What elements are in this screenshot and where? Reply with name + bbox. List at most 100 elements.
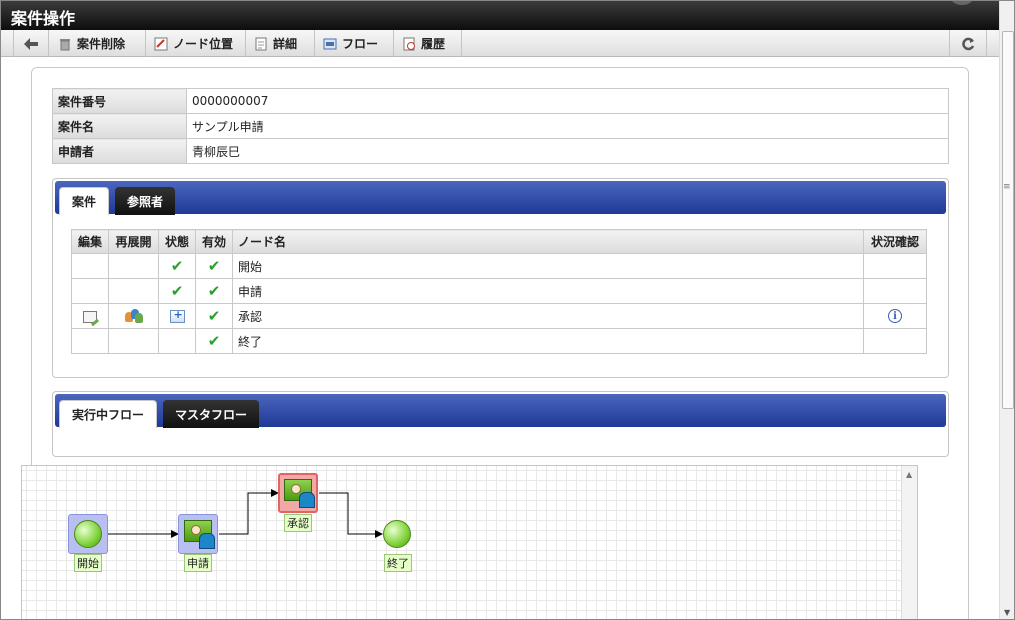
- node-position-button[interactable]: ノード位置: [146, 30, 246, 57]
- tab-master-flow[interactable]: マスタフロー: [163, 400, 260, 428]
- node-name: 承認: [232, 303, 864, 329]
- flow-connectors: [108, 489, 383, 538]
- scroll-down-icon[interactable]: ▼: [1004, 608, 1010, 617]
- connector-apply-to-approve: [219, 489, 279, 535]
- case-info-row: 申請者 青柳辰巳: [52, 138, 949, 164]
- user-task-icon: [284, 479, 315, 508]
- redeploy-cell: [108, 253, 159, 279]
- node-table-header: 編集 再展開 状態 有効 ノード名 状況確認: [71, 229, 927, 254]
- arrow-left-icon: [24, 37, 38, 50]
- redeploy-cell: [108, 328, 159, 354]
- page-scrollbar-thumb[interactable]: [1002, 31, 1014, 409]
- tab-running-flow[interactable]: 実行中フロー: [59, 400, 158, 428]
- table-row: ✔ ✔ 申請: [71, 278, 927, 304]
- check-icon: ✔: [207, 282, 221, 300]
- col-node-name: ノード名: [232, 229, 864, 254]
- flow-node-label: 終了: [384, 554, 412, 572]
- back-button[interactable]: [13, 30, 49, 57]
- delete-case-button[interactable]: 案件削除: [50, 30, 146, 57]
- edit-cell: [71, 328, 109, 354]
- node-name: 終了: [232, 328, 864, 354]
- case-name-key: 案件名: [52, 113, 187, 139]
- edit-cell: [71, 253, 109, 279]
- flow-tab-panel: 実行中フロー マスタフロー: [52, 391, 949, 457]
- case-info-row: 案件名 サンプル申請: [52, 113, 949, 139]
- col-valid: 有効: [195, 229, 233, 254]
- window-corner-decoration: [951, 1, 973, 5]
- check-icon: ✔: [207, 307, 221, 325]
- edit-cell: [71, 303, 109, 329]
- case-info-row: 案件番号 0000000007: [52, 88, 949, 114]
- flow-button[interactable]: フロー: [315, 30, 394, 57]
- history-icon: [403, 37, 415, 50]
- redeploy-cell: [108, 303, 159, 329]
- node-position-icon: [154, 37, 168, 50]
- case-number-key: 案件番号: [52, 88, 187, 114]
- tab-case[interactable]: 案件: [59, 187, 110, 215]
- case-operation-window: 案件操作 案件削除 ノード位置 詳細 フロー 履歴 案件番号 000000000…: [0, 0, 1015, 620]
- check-icon: ✔: [207, 332, 221, 350]
- check-icon: ✔: [207, 257, 221, 275]
- col-status-check: 状況確認: [863, 229, 927, 254]
- flow-diagram[interactable]: 開始 申請 承認 終了 ▲: [21, 465, 918, 619]
- scroll-up-icon: ▲: [906, 470, 913, 479]
- valid-cell: ✔: [195, 278, 233, 304]
- node-table: 編集 再展開 状態 有効 ノード名 状況確認 ✔ ✔ 開始 ✔ ✔ 申請 + ✔…: [71, 229, 927, 354]
- toolbar: 案件削除 ノード位置 詳細 フロー 履歴: [1, 30, 999, 57]
- flow-scrollbar[interactable]: ▲: [901, 466, 917, 619]
- detail-label: 詳細: [273, 37, 298, 51]
- detail-button[interactable]: 詳細: [246, 30, 315, 57]
- flow-state-icon[interactable]: [169, 308, 185, 323]
- refresh-button[interactable]: [949, 30, 987, 57]
- valid-cell: ✔: [195, 328, 233, 354]
- node-name: 申請: [232, 278, 864, 304]
- applicant-value: 青柳辰巳: [186, 138, 949, 164]
- state-cell: [158, 303, 196, 329]
- users-icon[interactable]: [124, 309, 143, 324]
- page-scrollbar[interactable]: ≡ ▼: [999, 1, 1014, 619]
- status-check-cell: [863, 278, 927, 304]
- refresh-icon: [962, 37, 975, 50]
- document-icon: [255, 37, 267, 50]
- info-icon[interactable]: i: [888, 309, 902, 324]
- col-redeploy: 再展開: [108, 229, 159, 254]
- scroll-grip-icon: ≡: [1003, 182, 1011, 192]
- title-bar: 案件操作: [1, 1, 999, 30]
- check-icon: ✔: [170, 282, 184, 300]
- tab-referrers[interactable]: 参照者: [115, 187, 176, 215]
- flow-node-label: 申請: [184, 554, 212, 572]
- connector-approve-to-end: [319, 492, 383, 538]
- state-cell: [158, 328, 196, 354]
- trash-icon: [60, 38, 70, 50]
- history-button[interactable]: 履歴: [394, 30, 462, 57]
- case-tab-panel: 案件 参照者 編集 再展開 状態 有効 ノード名 状況確認 ✔ ✔ 開始 ✔ ✔…: [52, 178, 949, 378]
- table-row: ✔ ✔ 開始: [71, 253, 927, 279]
- user-task-icon: [184, 520, 215, 549]
- flow-node-label: 開始: [74, 554, 102, 572]
- delete-case-label: 案件削除: [77, 37, 126, 51]
- flow-label: フロー: [342, 37, 379, 51]
- case-tab-bar: 案件 参照者: [55, 181, 946, 215]
- case-info-table: 案件番号 0000000007 案件名 サンプル申請 申請者 青柳辰巳: [52, 88, 949, 164]
- case-name-value: サンプル申請: [186, 113, 949, 139]
- applicant-key: 申請者: [52, 138, 187, 164]
- main-content: 案件番号 0000000007 案件名 サンプル申請 申請者 青柳辰巳 案件 参…: [1, 57, 999, 619]
- table-row: ✔ 承認 i: [71, 303, 927, 329]
- start-icon: [74, 520, 102, 548]
- end-icon: [383, 520, 411, 548]
- status-check-cell: i: [863, 303, 927, 329]
- status-check-cell: [863, 328, 927, 354]
- node-position-label: ノード位置: [173, 37, 234, 51]
- edit-icon[interactable]: [83, 310, 97, 323]
- flow-node-label: 承認: [284, 514, 312, 532]
- col-state: 状態: [158, 229, 196, 254]
- edit-cell: [71, 278, 109, 304]
- window-title: 案件操作: [11, 9, 76, 28]
- status-check-cell: [863, 253, 927, 279]
- redeploy-cell: [108, 278, 159, 304]
- valid-cell: ✔: [195, 253, 233, 279]
- node-name: 開始: [232, 253, 864, 279]
- case-number-value: 0000000007: [186, 88, 949, 114]
- table-row: ✔ 終了: [71, 328, 927, 354]
- state-cell: ✔: [158, 253, 196, 279]
